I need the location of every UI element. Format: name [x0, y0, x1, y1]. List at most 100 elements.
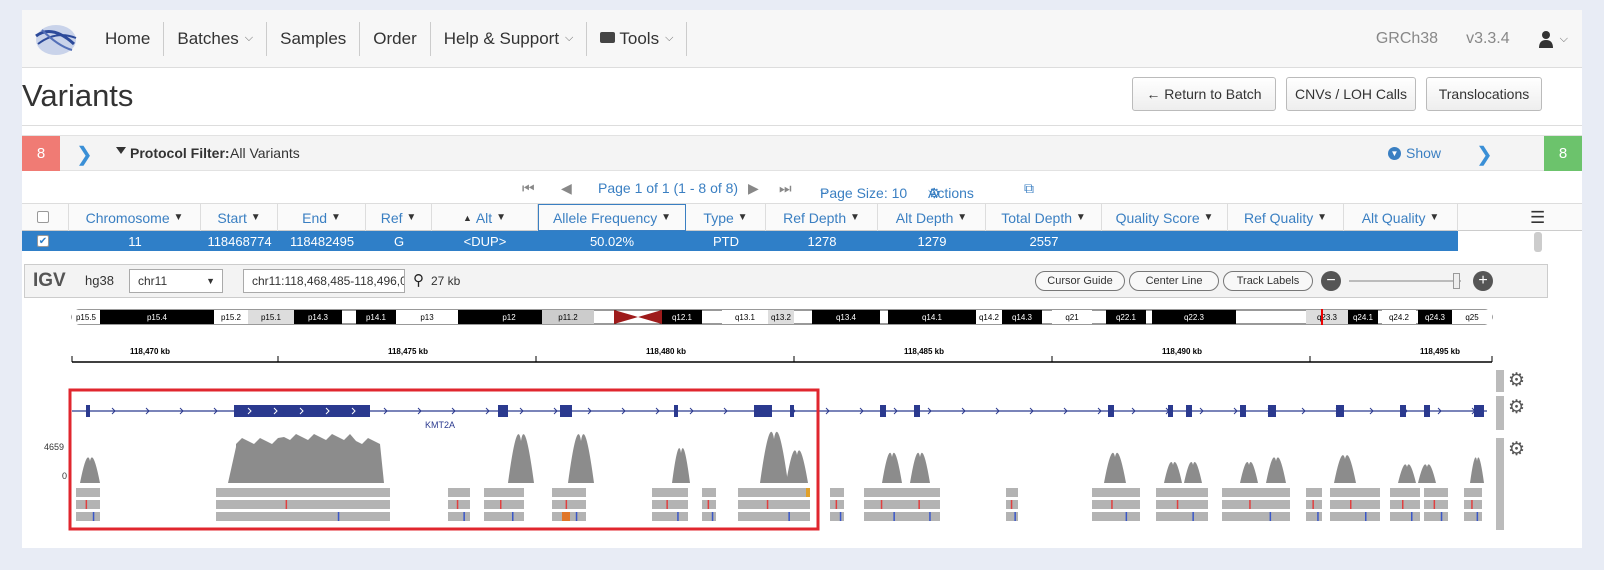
gear-icon[interactable]: ⚙ [1508, 370, 1525, 391]
table-scrollbar[interactable] [1534, 232, 1542, 252]
chromosome-select[interactable]: chr11 ▼ [129, 269, 223, 293]
read-bar [76, 488, 100, 497]
return-to-batch-button[interactable]: ← Return to Batch [1132, 77, 1276, 111]
filter-icon[interactable]: ▼ [661, 212, 671, 223]
gear-icon[interactable]: ⚙ [1508, 439, 1525, 460]
gear-icon[interactable]: ⚙ [1508, 397, 1525, 418]
zoom-in-icon[interactable]: + [1473, 271, 1493, 291]
chevron-down-icon: ⌵ [244, 32, 254, 44]
ideogram-band-label: p15.5 [76, 313, 97, 322]
external-link-icon[interactable]: ⧉ [1024, 180, 1034, 197]
ideogram-band-label: p15.2 [221, 313, 242, 322]
read-bar [864, 488, 906, 497]
read-bar [448, 512, 470, 521]
column-menu-icon[interactable]: ☰ [1530, 208, 1545, 228]
read-bar [830, 488, 844, 497]
center-line-button[interactable]: Center Line [1129, 271, 1219, 291]
filter-icon[interactable]: ▼ [1076, 212, 1086, 223]
coverage-peak [80, 457, 100, 483]
filter-icon[interactable]: ▼ [496, 212, 506, 223]
row-checkbox[interactable]: ✔ [37, 235, 49, 247]
read-bar [1330, 512, 1380, 521]
ruler-label: 118,495 kb [1420, 347, 1460, 356]
chevron-right-icon[interactable]: ❯ [76, 142, 93, 167]
column-header-ref-quality[interactable]: Ref Quality ▼ [1228, 204, 1344, 231]
table-row[interactable]: ✔ 11 118468774 118482495 G <DUP> 50.02% … [22, 231, 1458, 251]
column-header-alt-quality[interactable]: Alt Quality ▼ [1344, 204, 1458, 231]
ideogram-band-label: q13.4 [836, 313, 857, 322]
first-page-icon[interactable]: ⏮ [522, 180, 535, 197]
coverage-peak [1164, 462, 1182, 483]
column-label: Ref [380, 209, 403, 226]
cnvs-loh-calls-button[interactable]: CNVs / LOH Calls [1286, 77, 1416, 111]
track-scrollbar[interactable] [1496, 370, 1504, 392]
filter-icon[interactable]: ▼ [1429, 212, 1439, 223]
nav-samples[interactable]: Samples [267, 21, 361, 56]
filter-icon[interactable]: ▼ [850, 212, 860, 223]
filter-icon[interactable]: ▼ [1317, 212, 1327, 223]
zoom-out-icon[interactable]: − [1321, 271, 1341, 291]
locus-input[interactable]: chr11:118,468,485-118,496,088 [243, 269, 405, 293]
column-header-allele-frequency[interactable]: Allele Frequency ▼ [538, 204, 686, 231]
column-header-end[interactable]: End ▼ [278, 204, 366, 231]
chevron-right-icon[interactable]: ❯ [1476, 142, 1493, 167]
gene-exon [790, 405, 794, 417]
read-bar [864, 512, 906, 521]
igv-toolbar: IGV hg38 chr11 ▼ chr11:118,468,485-118,4… [24, 264, 1548, 298]
column-header-start[interactable]: Start ▼ [201, 204, 278, 231]
read-bar [1006, 512, 1018, 521]
nav-home[interactable]: Home [92, 21, 165, 56]
search-icon[interactable]: ⚲ [413, 271, 424, 289]
column-header-alt-depth[interactable]: Alt Depth ▼ [878, 204, 986, 231]
chevron-down-icon: ⌵ [928, 185, 937, 197]
cell-ref-depth: 1278 [807, 233, 837, 249]
filter-icon[interactable]: ▼ [251, 212, 261, 223]
column-header-alt[interactable]: ▲ Alt ▼ [432, 204, 538, 231]
filter-icon[interactable]: ▼ [738, 212, 748, 223]
coverage-peak [1334, 455, 1356, 483]
gene-exon [1424, 405, 1430, 417]
filter-icon[interactable]: ▼ [331, 212, 341, 223]
gene-exon [914, 405, 920, 417]
column-header-total-depth[interactable]: Total Depth ▼ [986, 204, 1102, 231]
nav-batches-label: Batches [177, 28, 239, 48]
caret-down-icon: ▼ [206, 276, 215, 286]
filter-icon[interactable]: ▼ [957, 212, 967, 223]
chromosome-ideogram[interactable]: p15.5 p15.4 p15.2 p15.1 p14.3 p14.1 p13 p12 p11.… [71, 309, 1493, 325]
nav-help-support[interactable]: Help & Support ⌵ [431, 21, 588, 56]
nav-batches[interactable]: Batches ⌵ [164, 21, 268, 56]
app-window: Home Batches ⌵ Samples Order Help & Suppo… [22, 10, 1582, 548]
show-filters-toggle[interactable]: ▼ Show [1388, 145, 1441, 161]
column-label: End [302, 209, 328, 226]
app-logo[interactable] [22, 10, 92, 68]
track-scrollbar[interactable] [1496, 396, 1504, 430]
track-scrollbar[interactable] [1496, 438, 1504, 530]
column-header-chromosome[interactable]: Chromosome ▼ [69, 204, 201, 231]
protocol-filter-value: All Variants [230, 145, 300, 161]
nav-tools[interactable]: Tools ⌵ [586, 21, 688, 56]
read-bar [1424, 512, 1448, 521]
filter-icon[interactable]: ▼ [1204, 212, 1214, 223]
column-header-ref[interactable]: Ref ▼ [366, 204, 432, 231]
cursor-guide-button[interactable]: Cursor Guide [1035, 271, 1125, 291]
prev-page-icon[interactable]: ◀ [561, 180, 572, 197]
zoom-slider-handle[interactable] [1453, 273, 1460, 289]
filter-icon[interactable]: ▼ [174, 212, 184, 223]
column-header-type[interactable]: Type ▼ [686, 204, 766, 231]
nav-order[interactable]: Order [360, 21, 431, 56]
next-page-icon[interactable]: ▶ [748, 180, 759, 197]
read-bar [1464, 488, 1482, 497]
ideogram-band-label: p14.3 [308, 313, 329, 322]
user-menu[interactable]: ⌵ [1538, 30, 1568, 48]
igv-genome-view[interactable]: p15.5 p15.4 p15.2 p15.1 p14.3 p14.1 p13 p12 p11.… [22, 298, 1582, 548]
zoom-slider[interactable] [1349, 273, 1461, 289]
column-header-quality-score[interactable]: Quality Score ▼ [1102, 204, 1228, 231]
filtered-count-badge[interactable]: 8 [22, 136, 60, 171]
total-count-badge[interactable]: 8 [1544, 136, 1582, 171]
last-page-icon[interactable]: ⏭ [779, 180, 792, 197]
column-header-ref-depth[interactable]: Ref Depth ▼ [766, 204, 878, 231]
translocations-button[interactable]: Translocations [1426, 77, 1542, 111]
filter-icon[interactable]: ▼ [406, 212, 416, 223]
track-labels-button[interactable]: Track Labels [1223, 271, 1313, 291]
select-all-checkbox[interactable] [37, 211, 49, 223]
